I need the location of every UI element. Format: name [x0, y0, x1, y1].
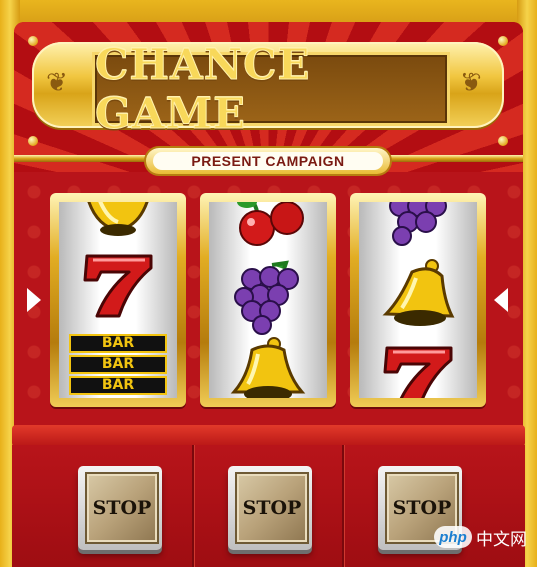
stop-label: STOP — [242, 497, 302, 519]
slot-machine: ❦ ❦ CHANCE GAME PRESENT CAMPAIGN BAR BAR… — [0, 0, 537, 567]
reel-window: BAR BAR BAR — [59, 202, 177, 398]
reel-1: BAR BAR BAR — [50, 193, 186, 407]
grapes-icon — [209, 257, 327, 337]
reel-2 — [200, 193, 336, 407]
arrow-right-icon — [494, 288, 508, 312]
campaign-badge: PRESENT CAMPAIGN — [146, 148, 390, 174]
game-title: CHANCE GAME — [95, 40, 311, 139]
bar-label: BAR — [69, 355, 167, 374]
reel-3 — [350, 193, 486, 407]
console-divider — [342, 445, 344, 567]
bell-icon — [359, 256, 477, 336]
stop-label: STOP — [92, 497, 152, 519]
stop-button-face: STOP — [85, 472, 159, 544]
watermark-logo: php — [434, 526, 472, 548]
bolt-icon — [28, 36, 38, 46]
console-divider — [192, 445, 194, 567]
cherry-icon — [209, 202, 327, 248]
stop-label: STOP — [392, 497, 452, 519]
stop-button-2[interactable]: STOP — [228, 466, 312, 550]
grapes-icon — [359, 202, 477, 250]
arrow-left-icon — [27, 288, 41, 312]
bell-icon — [209, 336, 327, 398]
bolt-icon — [498, 36, 508, 46]
flourish-right-icon: ❦ — [460, 68, 482, 98]
console-ledge — [12, 425, 525, 447]
bell-icon — [59, 202, 177, 242]
bolt-icon — [28, 136, 38, 146]
bolt-icon — [498, 136, 508, 146]
campaign-label: PRESENT CAMPAIGN — [153, 152, 383, 170]
title-panel: CHANCE GAME — [92, 40, 450, 139]
stop-button-face: STOP — [235, 472, 309, 544]
seven-icon — [359, 342, 477, 398]
reel-window — [209, 202, 327, 398]
bar-label: BAR — [69, 376, 167, 395]
stop-button-1[interactable]: STOP — [78, 466, 162, 550]
bar-icon: BAR BAR BAR — [59, 334, 177, 395]
watermark: php 中文网 — [434, 523, 530, 551]
flourish-left-icon: ❦ — [46, 68, 68, 98]
reel-window — [359, 202, 477, 398]
bar-label: BAR — [69, 334, 167, 353]
seven-icon — [59, 250, 177, 320]
watermark-text: 中文网 — [476, 529, 527, 549]
